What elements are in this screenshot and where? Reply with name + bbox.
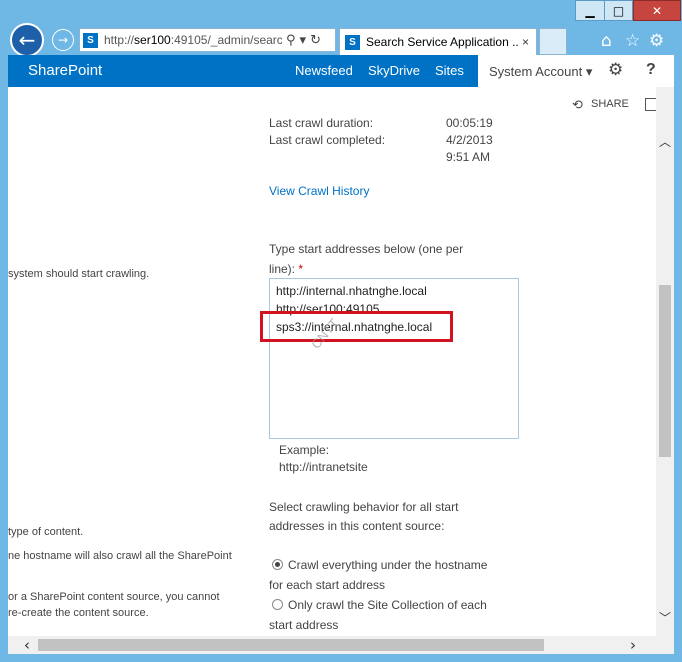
last-crawl-completed-time: 9:51 AM bbox=[446, 150, 491, 164]
scroll-down-icon[interactable]: ﹀ bbox=[659, 609, 671, 626]
address-url[interactable]: http://ser100:49105/_admin/searc bbox=[104, 33, 282, 47]
highlight-box bbox=[260, 311, 453, 342]
url-path: :49105/_admin/searc bbox=[170, 33, 282, 47]
scroll-up-icon[interactable]: ︿ bbox=[659, 133, 671, 150]
user-area: System Account ▾ ⚙ ? bbox=[478, 55, 674, 87]
share-icon[interactable]: ⟲ bbox=[572, 97, 583, 113]
page-content: ⟲ SHARE Last crawl duration: 00:05:19 La… bbox=[8, 87, 656, 636]
last-crawl-duration-label: Last crawl duration: bbox=[269, 116, 374, 130]
scroll-right-icon[interactable]: › bbox=[630, 636, 636, 654]
horizontal-scrollbar[interactable]: ‹ › bbox=[8, 636, 656, 654]
start-addresses-label-2: line): * bbox=[269, 262, 303, 276]
back-arrow-icon: ← bbox=[18, 28, 36, 52]
last-crawl-duration-value: 00:05:19 bbox=[446, 116, 493, 130]
sharepoint-suite-bar: SharePoint Newsfeed SkyDrive Sites Syste… bbox=[8, 55, 674, 87]
start-address-line: http://internal.nhatnghe.local bbox=[276, 284, 427, 298]
back-button[interactable]: ← bbox=[10, 23, 44, 57]
crawl-everything-label[interactable]: Crawl everything under the hostname bbox=[288, 558, 487, 572]
vertical-scrollbar[interactable]: ︿ ﹀ bbox=[656, 87, 674, 636]
crawl-behavior-label-2: addresses in this content source: bbox=[269, 519, 445, 533]
crawl-site-collection-label[interactable]: Only crawl the Site Collection of each bbox=[288, 598, 487, 612]
required-mark: * bbox=[298, 262, 304, 276]
left-description-text: system should start crawling. bbox=[8, 268, 150, 280]
left-description-text: ne hostname will also crawl all the Shar… bbox=[8, 550, 232, 562]
new-tab-button[interactable] bbox=[539, 28, 567, 55]
url-scheme: http:// bbox=[104, 33, 135, 47]
nav-skydrive[interactable]: SkyDrive bbox=[368, 63, 420, 78]
chevron-down-icon[interactable]: ▾ bbox=[300, 33, 307, 48]
left-description-text: type of content. bbox=[8, 526, 84, 538]
example-label: Example: bbox=[279, 443, 330, 457]
start-addresses-label: Type start addresses below (one per bbox=[269, 242, 464, 256]
scrollbar-corner bbox=[656, 636, 674, 654]
tab-title: Search Service Application ... bbox=[366, 35, 518, 49]
refresh-icon[interactable]: ↻ bbox=[310, 33, 321, 48]
help-icon[interactable]: ? bbox=[646, 61, 656, 79]
sharepoint-favicon-icon: S bbox=[83, 32, 98, 48]
horizontal-scroll-thumb[interactable] bbox=[38, 639, 544, 651]
browser-tab-active[interactable]: S Search Service Application ... × bbox=[339, 28, 537, 55]
settings-gear-icon[interactable]: ⚙ bbox=[608, 60, 623, 80]
vertical-scroll-thumb[interactable] bbox=[659, 285, 671, 457]
last-crawl-completed-label: Last crawl completed: bbox=[269, 133, 386, 147]
last-crawl-completed-date: 4/2/2013 bbox=[446, 133, 493, 147]
address-bar[interactable]: S http://ser100:49105/_admin/searc ⚲ ▾ ↻ bbox=[79, 28, 336, 52]
close-window-button[interactable]: ✕ bbox=[633, 0, 681, 21]
nav-sites[interactable]: Sites bbox=[435, 63, 464, 78]
view-crawl-history-link[interactable]: View Crawl History bbox=[269, 184, 369, 198]
tab-close-icon[interactable]: × bbox=[522, 35, 529, 49]
left-description-text: re-create the content source. bbox=[8, 607, 149, 619]
sharepoint-brand[interactable]: SharePoint bbox=[28, 62, 102, 79]
forward-button[interactable]: → bbox=[52, 29, 74, 51]
tools-gear-icon[interactable]: ⚙ bbox=[649, 31, 664, 51]
crawl-site-collection-radio[interactable] bbox=[272, 599, 283, 610]
focus-mode-icon[interactable] bbox=[645, 98, 656, 111]
favorites-star-icon[interactable]: ☆ bbox=[625, 31, 640, 51]
maximize-button[interactable]: □ bbox=[604, 0, 633, 21]
example-value: http://intranetsite bbox=[279, 460, 368, 474]
nav-newsfeed[interactable]: Newsfeed bbox=[295, 63, 353, 78]
crawl-everything-radio[interactable] bbox=[272, 559, 283, 570]
crawl-behavior-label: Select crawling behavior for all start bbox=[269, 500, 459, 514]
minimize-button[interactable]: ▁ bbox=[575, 0, 605, 21]
url-host: ser100 bbox=[134, 33, 171, 47]
left-description-text: or a SharePoint content source, you cann… bbox=[8, 591, 220, 603]
sharepoint-favicon-icon: S bbox=[345, 34, 360, 50]
share-button[interactable]: SHARE bbox=[591, 98, 629, 110]
forward-arrow-icon: → bbox=[57, 33, 69, 47]
search-icon[interactable]: ⚲ bbox=[286, 33, 296, 48]
account-menu[interactable]: System Account ▾ bbox=[489, 64, 592, 80]
scroll-left-icon[interactable]: ‹ bbox=[24, 636, 30, 654]
browser-window: ▁ □ ✕ ← → S http://ser100:49105/_admin/s… bbox=[0, 0, 682, 662]
label-text: line): bbox=[269, 262, 296, 276]
crawl-everything-label-2[interactable]: for each start address bbox=[269, 578, 385, 592]
start-addresses-textarea[interactable]: http://internal.nhatnghe.local http://se… bbox=[269, 278, 519, 439]
crawl-site-collection-label-2[interactable]: start address bbox=[269, 618, 338, 632]
home-icon[interactable]: ⌂ bbox=[601, 31, 612, 51]
